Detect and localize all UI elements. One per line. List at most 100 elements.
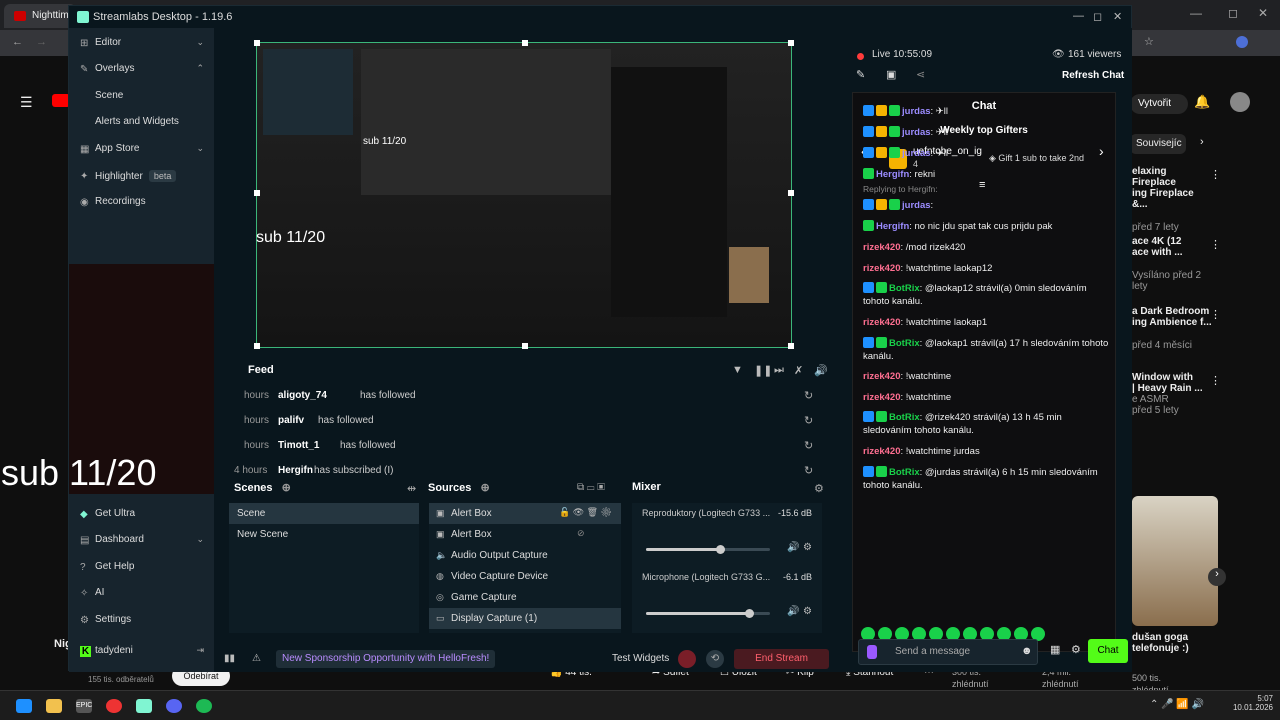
forward-icon[interactable]: → [36, 36, 47, 48]
replay-icon[interactable]: ↻ [804, 414, 813, 427]
chevron-right-icon[interactable]: › [1200, 136, 1204, 148]
rec-3[interactable]: a Dark Bedroom ing Ambience f... před 4 … [1132, 306, 1212, 351]
video-thumbnail[interactable] [1132, 496, 1218, 626]
test-widgets-button[interactable]: Test Widgets [612, 653, 669, 664]
source-item[interactable]: ▣ Alert Box ⊘ [429, 524, 621, 545]
profile-icon[interactable] [1236, 36, 1248, 48]
avatar[interactable] [1230, 92, 1250, 112]
resize-handle[interactable] [254, 343, 260, 349]
resize-handle[interactable] [788, 40, 794, 46]
rec-2[interactable]: ace 4K (12 ace with ... Vysíláno před 2 … [1132, 236, 1212, 292]
chat-nick[interactable]: jurdas [902, 148, 931, 159]
speaker-icon[interactable]: 🔊 [787, 542, 799, 553]
chat-nick[interactable]: rizek420 [863, 317, 901, 328]
pause-icon[interactable]: ❚❚ [754, 364, 772, 377]
emoji-icon[interactable]: ☻ [1021, 645, 1033, 657]
close-icon[interactable]: ✕ [1113, 10, 1122, 23]
more-icon[interactable]: ⋮ [1210, 168, 1221, 181]
gear-icon[interactable]: ⚙ [803, 542, 812, 553]
chat-nick[interactable]: rizek420 [863, 392, 901, 403]
create-button[interactable]: Vytvořit [1130, 94, 1188, 114]
back-icon[interactable]: ← [12, 36, 23, 48]
sidebar-item-scene[interactable]: Scene [69, 84, 214, 110]
chat-nick[interactable]: jurdas [902, 106, 931, 117]
scene-item[interactable]: New Scene [229, 524, 419, 545]
chat-nick[interactable]: rizek420 [863, 242, 901, 253]
chat-nick[interactable]: jurdas [902, 127, 931, 138]
carousel-next-icon[interactable]: › [1208, 568, 1226, 586]
rec-button[interactable] [678, 650, 696, 668]
chat-nick[interactable]: Hergifn [876, 169, 909, 180]
resize-handle[interactable] [788, 190, 794, 196]
source-controls-icon[interactable]: 🔓 👁 🗑 ⚙ [559, 507, 612, 518]
sidebar-item-ai[interactable]: ✧ AI [69, 581, 214, 607]
streamlabs-taskbar-icon[interactable] [136, 699, 152, 713]
sidebar-item-alerts[interactable]: Alerts and Widgets [69, 110, 214, 136]
epic-icon[interactable]: EPIC [76, 699, 92, 713]
windows-start-icon[interactable] [16, 699, 32, 713]
add-source-icon[interactable]: ⊕ [480, 482, 489, 494]
discord-icon[interactable] [166, 699, 182, 713]
minimize-icon[interactable]: — [1073, 10, 1084, 22]
volume-slider[interactable] [646, 609, 770, 618]
source-item[interactable]: 🔈 Audio Output Capture [429, 545, 621, 566]
source-item[interactable]: ▭ Display Capture (1) [429, 608, 621, 629]
sidebar-item-appstore[interactable]: ▦ App Store ⌄ [69, 137, 214, 163]
end-stream-button[interactable]: End Stream [734, 649, 829, 669]
sidebar-item-overlays[interactable]: ✎ Overlays ⌃ [69, 57, 214, 83]
chat-nick[interactable]: rizek420 [863, 263, 901, 274]
resize-handle[interactable] [254, 40, 260, 46]
replay-icon[interactable]: ↻ [804, 439, 813, 452]
scene-transitions-icon[interactable]: ⇹ [407, 482, 416, 495]
clock[interactable]: 5:07 10.01.2026 [1225, 694, 1273, 712]
chat-nick[interactable]: rizek420 [863, 446, 901, 457]
filter-icon[interactable]: ▼ [732, 364, 743, 376]
source-tools-icon[interactable]: ⧉ ▭ ▣ [577, 482, 605, 493]
hidden-icon[interactable]: ⊘ [577, 528, 585, 539]
resize-handle[interactable] [522, 40, 528, 46]
source-item[interactable]: ◍ Video Capture Device [429, 566, 621, 587]
chat-nick[interactable]: BotRix [889, 338, 920, 349]
speaker-icon[interactable]: 🔊 [787, 606, 799, 617]
send-chat-button[interactable]: Chat [1088, 639, 1128, 663]
replay-icon[interactable]: ↻ [804, 389, 813, 402]
video-card-title[interactable]: dušan goga telefonuje :) [1132, 632, 1189, 654]
more-icon[interactable]: ⋮ [1210, 238, 1221, 251]
sidebar-item-settings[interactable]: ⚙ Settings [69, 608, 214, 634]
bell-icon[interactable]: 🔔 [1194, 94, 1210, 110]
stats-icon[interactable]: ▮▮ [224, 653, 235, 664]
explorer-icon[interactable] [46, 699, 62, 713]
sidebar-item-account[interactable]: Ktadydeni ⇥ [69, 639, 214, 665]
minimize-icon[interactable]: — [1190, 6, 1202, 20]
menu-icon[interactable]: ☰ [20, 94, 33, 111]
resize-handle[interactable] [254, 190, 260, 196]
chat-input[interactable]: Send a message ☻ [858, 639, 1038, 665]
mic-icon[interactable] [867, 645, 877, 659]
chat-nick[interactable]: BotRix [889, 283, 920, 294]
edit-icon[interactable]: ✎ [856, 68, 865, 81]
sidebar-item-highlighter[interactable]: ✦ Highlighter beta [69, 164, 214, 190]
browser-tab[interactable]: Nighttime [4, 4, 76, 28]
preview-canvas[interactable]: sub 11/20 sub 11/20 [254, 40, 794, 349]
more-icon[interactable]: ⋮ [1210, 308, 1221, 321]
gear-icon[interactable]: ⚙ [803, 606, 812, 617]
chat-nick[interactable]: BotRix [889, 467, 920, 478]
chat-nick[interactable]: jurdas [902, 200, 931, 211]
system-tray-icons[interactable]: ⌃ 🎤 📶 🔊 [1150, 699, 1204, 710]
sidebar-item-recordings[interactable]: ◉ Recordings [69, 190, 214, 216]
volume-knob[interactable] [744, 609, 754, 618]
more-icon[interactable]: ⋮ [1210, 374, 1221, 387]
mixer-settings-icon[interactable]: ⚙ [814, 482, 824, 495]
replay-buffer-icon[interactable]: ⟲ [706, 650, 724, 668]
volume-knob[interactable] [716, 545, 726, 554]
source-item[interactable]: ◎ Game Capture [429, 587, 621, 608]
resize-handle[interactable] [788, 343, 794, 349]
chat-nick[interactable]: BotRix [889, 412, 920, 423]
logout-icon[interactable]: ⇥ [196, 645, 204, 656]
sponsor-banner[interactable]: New Sponsorship Opportunity with HelloFr… [276, 650, 496, 668]
volume-icon[interactable]: 🔊 [814, 364, 828, 377]
sidebar-item-dashboard[interactable]: ▤ Dashboard ⌄ [69, 528, 214, 554]
chat-nick[interactable]: Hergifn [876, 221, 909, 232]
share-icon[interactable]: ⋖ [916, 68, 925, 81]
replay-icon[interactable]: ↻ [804, 464, 813, 477]
